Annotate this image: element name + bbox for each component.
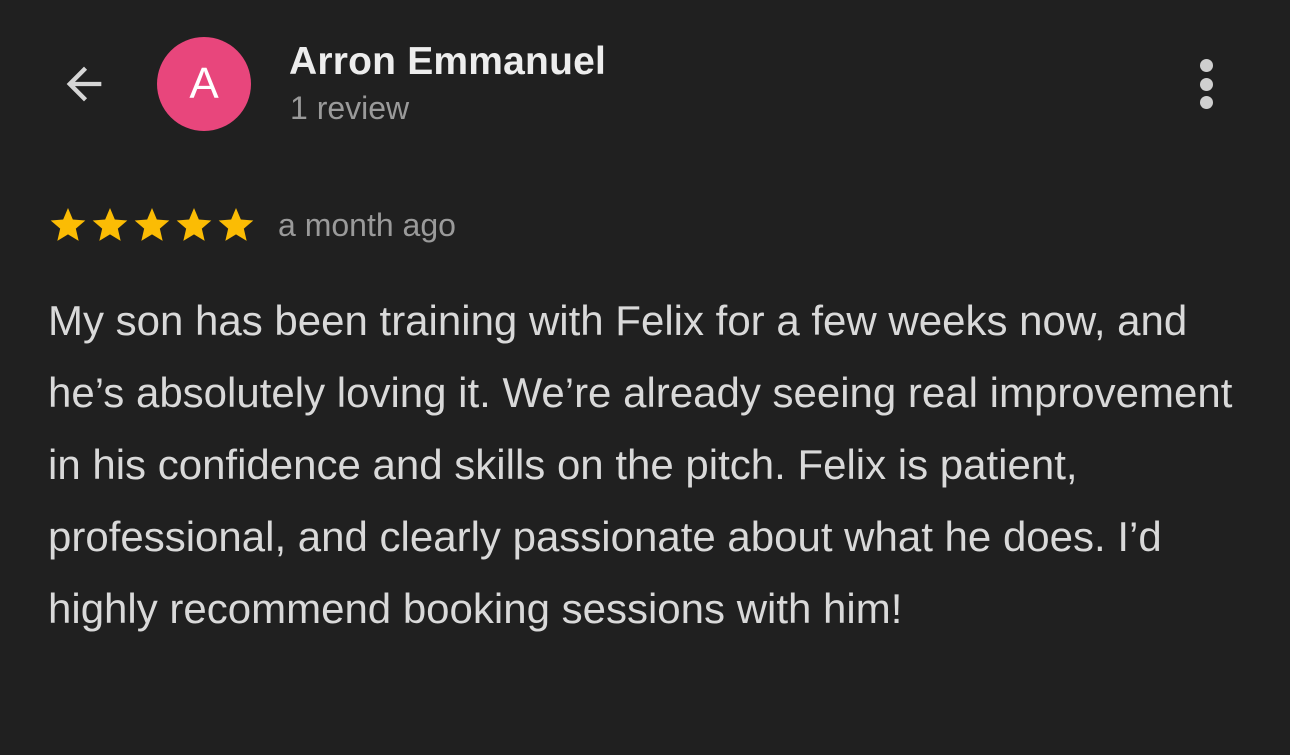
star-icon xyxy=(176,208,212,241)
review-date: a month ago xyxy=(278,206,456,243)
review-screen: A Arron Emmanuel 1 review a month ago My… xyxy=(0,0,1290,755)
avatar[interactable]: A xyxy=(157,37,251,131)
reviewer-name[interactable]: Arron Emmanuel xyxy=(289,40,606,84)
back-button[interactable] xyxy=(50,52,118,116)
review-count: 1 review xyxy=(290,90,410,126)
star-icon xyxy=(50,208,86,241)
more-vertical-icon xyxy=(1199,59,1213,72)
star-icon xyxy=(92,208,128,241)
more-vertical-icon-dot xyxy=(1199,96,1213,109)
review-text: My son has been training with Felix for … xyxy=(48,297,1233,632)
star-icon xyxy=(218,208,254,241)
more-vertical-icon-dot xyxy=(1199,77,1213,91)
star-icon xyxy=(134,208,170,241)
arrow-left-icon xyxy=(66,66,102,102)
more-options-button[interactable] xyxy=(1186,56,1226,112)
star-rating xyxy=(48,205,258,245)
rating-row: a month ago xyxy=(48,203,456,247)
